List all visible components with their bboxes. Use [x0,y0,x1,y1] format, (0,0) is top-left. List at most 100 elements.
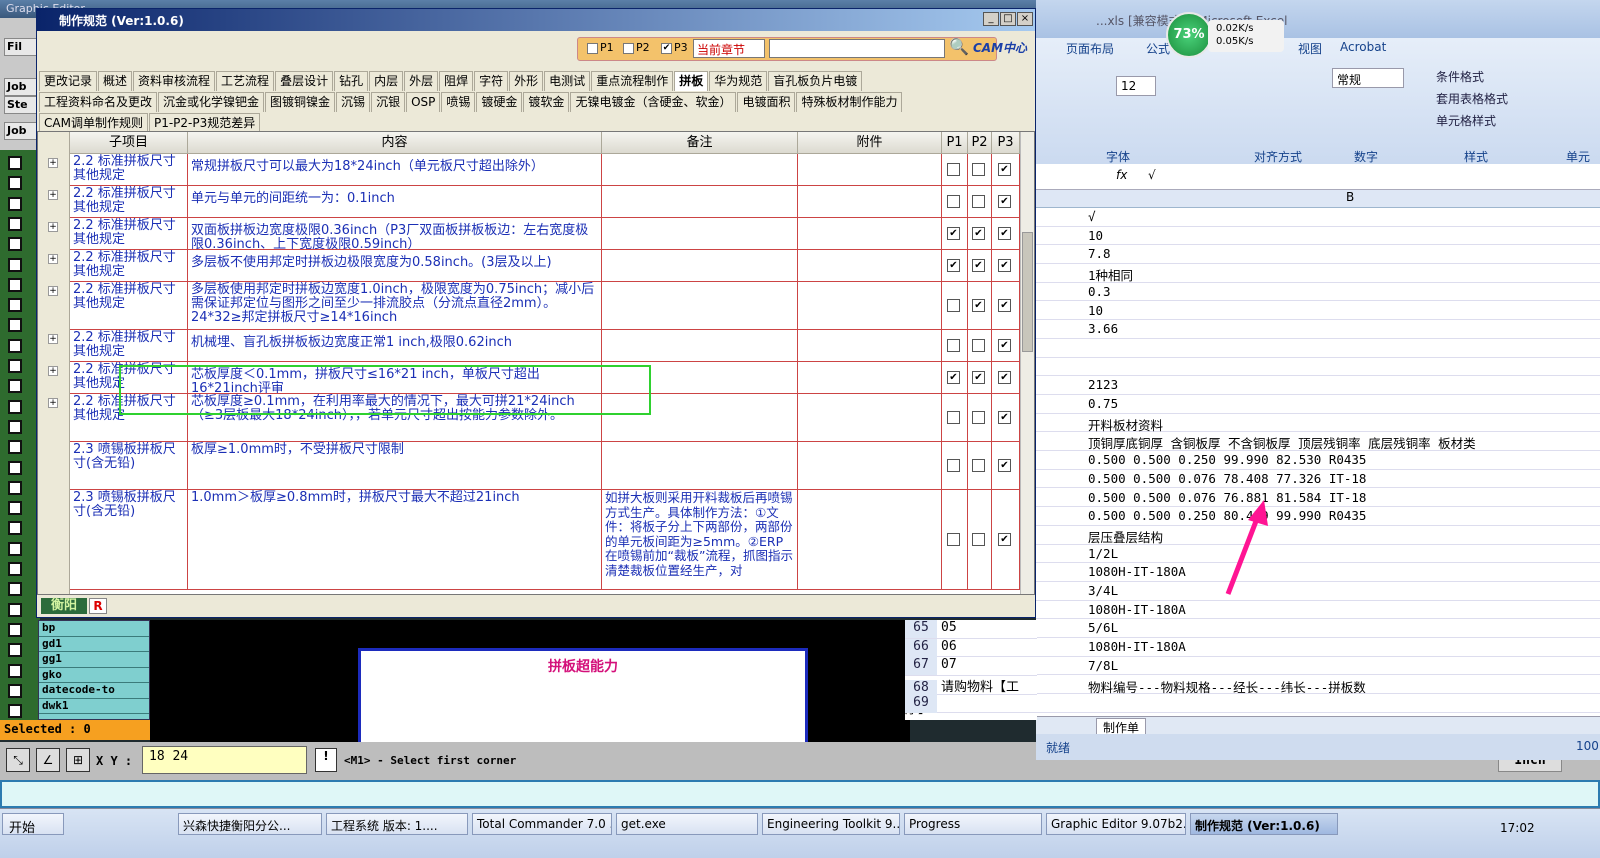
cell-b[interactable]: 开料板材资料 [1088,415,1163,434]
cell-b[interactable]: 0.75 [1088,396,1118,411]
expand-icon[interactable]: + [48,398,58,408]
p-checkbox[interactable]: ✔ [972,298,985,312]
row-number[interactable]: 65 [905,620,937,638]
cell-b[interactable]: 10 [1088,228,1103,243]
table-row[interactable]: 2.2 标准拼板尺寸其他规定 常规拼板尺寸可以最大为18*24inch（单元板尺寸… [70,154,1020,186]
header-p1[interactable]: P1 [942,132,968,154]
number-format-select[interactable]: 常规 [1332,68,1404,88]
tab-item[interactable]: OSP [406,92,441,112]
font-size-select[interactable]: 12 [1116,76,1156,96]
layer-checkbox[interactable] [8,683,22,698]
header-sub[interactable]: 子项目 [70,132,188,154]
cell-b[interactable]: 1080H-IT-180A [1088,602,1186,617]
cell-b[interactable]: 10 [1088,303,1103,318]
cell-b[interactable]: 7.8 [1088,246,1111,261]
layer-checkbox[interactable] [8,237,22,252]
tab-item[interactable]: 资料审核流程 [133,71,216,91]
tab-item[interactable]: 拼板 [674,71,709,91]
cell-b[interactable]: 2123 [1088,377,1118,392]
p-checkbox[interactable] [972,338,985,352]
layer-checkbox[interactable] [8,582,22,597]
cam-label[interactable]: Job [4,78,38,96]
tab-item[interactable]: 外形 [509,71,544,91]
scope-select[interactable]: 当前章节 [693,39,765,58]
p-checkbox[interactable]: ✔ [998,258,1011,272]
layer-item[interactable]: dwk1 [39,699,149,714]
cam-label[interactable]: Ste [4,96,38,114]
scroll-thumb[interactable] [1022,232,1033,352]
header-content[interactable]: 内容 [188,132,602,154]
p-checkbox[interactable] [947,162,960,176]
expand-icon[interactable]: + [48,190,58,200]
cell-a[interactable]: 07 [937,657,957,672]
tab-item[interactable]: 镀软金 [523,92,570,112]
table-row[interactable]: 2.2 标准拼板尺寸其他规定 多层板使用邦定时拼板边宽度1.0inch，极限宽度为… [70,282,1020,330]
layer-item[interactable]: gg1 [39,652,149,668]
tab-item[interactable]: 盲孔板负片电镀 [768,71,863,91]
tab-item[interactable]: 华为规范 [709,71,768,91]
cam-label[interactable]: Job [4,122,38,140]
site-badge[interactable]: 衡阳 [41,598,87,614]
taskbar-item[interactable]: Progress [904,813,1042,835]
expand-icon[interactable]: + [48,366,58,376]
tab-item[interactable]: 工程资料命名及更改 [39,92,158,112]
row-number[interactable]: 67 [905,657,937,676]
layer-checkbox[interactable] [8,419,22,434]
cell-b[interactable]: 5/6L [1088,620,1118,635]
taskbar-item[interactable]: get.exe [616,813,758,835]
cell-a[interactable] [937,695,941,710]
p-checkbox[interactable] [947,194,960,208]
cell-b[interactable]: 1/2L [1088,546,1118,561]
tab-item[interactable]: CAM调单制作规则 [39,113,148,133]
filter-checkbox[interactable] [587,42,598,54]
cell-b[interactable]: 1080H-IT-180A [1088,564,1186,579]
p-checkbox[interactable]: ✔ [972,226,985,240]
layer-checkbox[interactable] [8,257,22,272]
cell-b[interactable]: 物料编号---物料规格---经长---纬长---拼板数 [1088,677,1366,696]
tab-item[interactable]: 叠层设计 [275,71,334,91]
p-checkbox[interactable] [972,532,985,546]
angle-tool-icon[interactable]: ∠ [36,748,60,772]
layer-checkbox[interactable] [8,602,22,617]
row-attachment[interactable] [798,250,942,281]
layer-item[interactable]: datecode-to [39,683,149,699]
layer-checkbox[interactable] [8,501,22,516]
p-checkbox[interactable]: ✔ [998,194,1011,208]
cell-b[interactable]: 3/4L [1088,583,1118,598]
column-b-header[interactable]: B [1346,190,1354,204]
cell-b[interactable]: 1种相同 [1088,265,1133,284]
p-checkbox[interactable]: ✔ [947,258,960,272]
expand-icon[interactable]: + [48,334,58,344]
cell-b[interactable]: 7/8L [1088,658,1118,673]
tab-item[interactable]: 更改记录 [39,71,98,91]
header-note[interactable]: 备注 [602,132,798,154]
p-checkbox[interactable]: ✔ [998,338,1011,352]
row-number[interactable]: 66 [905,638,937,657]
formula-bar[interactable]: fx √ [1036,164,1600,190]
r-button[interactable]: R [89,598,107,614]
tab-item[interactable]: 沉金或化学镍钯金 [158,92,265,112]
row-attachment[interactable] [798,186,942,217]
header-attach[interactable]: 附件 [798,132,942,154]
layer-checkbox[interactable] [8,156,22,170]
layer-checkbox[interactable] [8,176,22,191]
ribbon-tab[interactable]: 视图 [1298,40,1322,57]
table-row[interactable]: 2.2 标准拼板尺寸其他规定 机械埋、盲孔板拼板板边宽度正常1 inch,极限0.… [70,330,1020,362]
tab-item[interactable]: 概述 [98,71,133,91]
expand-icon[interactable]: + [48,222,58,232]
row-attachment[interactable] [798,282,942,329]
layer-checkbox[interactable] [8,521,22,536]
table-row[interactable]: 2.2 标准拼板尺寸其他规定 单元与单元的间距统一为：0.1inch ✔ [70,186,1020,218]
filter-p3[interactable]: ✔ P3 [661,41,688,54]
search-input[interactable] [769,39,945,58]
p-checkbox[interactable]: ✔ [998,162,1011,176]
vertical-scrollbar[interactable] [1020,132,1034,594]
layer-checkbox[interactable] [8,643,22,658]
layer-checkbox[interactable] [8,440,22,455]
search-icon[interactable]: 🔍 [949,37,971,59]
ribbon-tab[interactable]: 页面布局 [1066,40,1114,57]
layer-checkbox[interactable] [8,562,22,576]
tab-item[interactable]: 电镀面积 [737,92,796,112]
tab-item[interactable]: 外层 [404,71,439,91]
layer-checkbox[interactable] [8,379,22,394]
